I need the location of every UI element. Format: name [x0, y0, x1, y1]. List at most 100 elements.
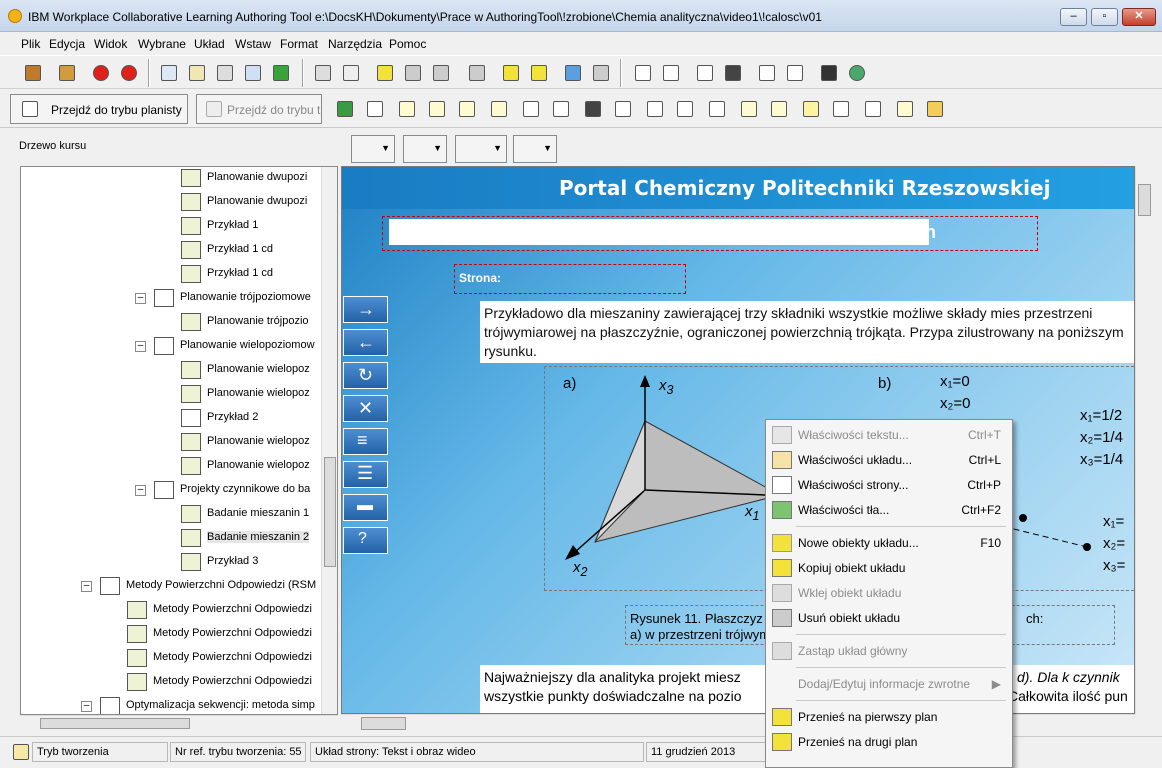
menu-button[interactable]: ≡ [343, 428, 388, 455]
send-back-icon[interactable] [528, 62, 550, 84]
replace-layout-icon[interactable] [466, 62, 488, 84]
menu-wybrane[interactable]: Wybrane [138, 37, 186, 51]
monitor-icon[interactable] [818, 62, 840, 84]
menu-send-to-back[interactable]: Przenieś na drugi plan [768, 730, 1011, 754]
menu-plik[interactable]: Plik [21, 37, 40, 51]
numbering-icon[interactable] [694, 62, 716, 84]
title-placeholder-frame[interactable] [382, 216, 1038, 251]
refresh-button[interactable]: ↻ [343, 362, 388, 389]
back-button[interactable]: ← [343, 329, 388, 356]
minimize-button[interactable]: – [1060, 8, 1087, 26]
drag-drop-icon[interactable] [768, 98, 790, 120]
tree-mode-button[interactable]: Przejdź do trybu t [196, 94, 322, 124]
copy-icon[interactable] [186, 62, 208, 84]
delete-icon[interactable] [270, 62, 292, 84]
menu-format[interactable]: Format [280, 37, 318, 51]
ungroup-icon[interactable] [590, 62, 612, 84]
fill-in-icon[interactable] [738, 98, 760, 120]
binoculars-icon[interactable] [582, 98, 604, 120]
image-page-icon[interactable] [456, 98, 478, 120]
editor-hscroll-thumb[interactable] [361, 717, 406, 730]
new-page-icon[interactable] [632, 62, 654, 84]
menu-widok[interactable]: Widok [94, 37, 127, 51]
numbered-list-icon[interactable] [674, 98, 696, 120]
check-page-icon[interactable] [550, 98, 572, 120]
planner-mode-button[interactable]: Przejdź do trybu planisty [10, 94, 188, 124]
delete-object-icon[interactable] [430, 62, 452, 84]
copy-object-icon[interactable] [402, 62, 424, 84]
bullet-list-icon[interactable] [644, 98, 666, 120]
menu-feedback[interactable]: Dodaj/Edytuj informacje zwrotne ▶ [768, 672, 1011, 696]
menu-background-properties[interactable]: Właściwości tła... Ctrl+F2 [768, 498, 1011, 522]
intro-paragraph[interactable]: Przykładowo dla mieszaniny zawierającej … [480, 301, 1134, 363]
question-mark-icon[interactable] [364, 98, 386, 120]
survey-icon[interactable] [894, 98, 916, 120]
paste-icon[interactable] [214, 62, 236, 84]
menu-wstaw[interactable]: Wstaw [235, 37, 271, 51]
help-button[interactable]: ? [343, 527, 388, 554]
list-icon[interactable] [612, 98, 634, 120]
text-page-icon[interactable] [426, 98, 448, 120]
menu-page-properties[interactable]: Właściwości strony... Ctrl+P [768, 473, 1011, 497]
list-page-icon[interactable] [396, 98, 418, 120]
editor-scroll-thumb[interactable] [1138, 184, 1151, 216]
editor-horizontal-scrollbar[interactable] [341, 714, 1135, 732]
folder-question-icon[interactable] [924, 98, 946, 120]
book-button[interactable]: ▬ [343, 494, 388, 521]
add-icon[interactable] [90, 62, 112, 84]
editor-vertical-scrollbar[interactable] [1135, 166, 1153, 714]
cut-icon[interactable] [158, 62, 180, 84]
group-icon[interactable] [562, 62, 584, 84]
menu-new-layout-objects[interactable]: Nowe obiekty układu... F10 [768, 531, 1011, 555]
green-book-icon[interactable] [334, 98, 356, 120]
menu-bring-to-front[interactable]: Przenieś na pierwszy plan [768, 705, 1011, 729]
properties-icon[interactable] [312, 62, 334, 84]
menu-delete-layout-object[interactable]: Usuń obiekt układu [768, 606, 1011, 630]
layout-objects-dropdown[interactable]: ▼ [351, 135, 395, 163]
tree-vertical-scrollbar[interactable] [321, 167, 337, 714]
preview-icon[interactable] [756, 62, 778, 84]
next-button[interactable]: → [343, 296, 388, 323]
menu-layout-properties[interactable]: Właściwości układu... Ctrl+L [768, 448, 1011, 472]
background-dropdown[interactable]: ▼ [403, 135, 447, 163]
menu-pomoc[interactable]: Pomoc [389, 37, 426, 51]
layout-icon[interactable] [340, 62, 362, 84]
remove-icon[interactable] [118, 62, 140, 84]
quiz-check-icon[interactable] [830, 98, 852, 120]
collapse-icon[interactable]: – [81, 581, 92, 592]
collapse-icon[interactable]: – [135, 341, 146, 352]
close-button[interactable]: ✕ [1122, 8, 1156, 26]
list-button[interactable]: ☰ [343, 461, 388, 488]
open-book-icon[interactable] [22, 62, 44, 84]
collapse-icon[interactable]: – [135, 485, 146, 496]
menu-paste-layout-object[interactable]: Wklej obiekt układu [768, 581, 1011, 605]
export-icon[interactable] [784, 62, 806, 84]
menu-replace-master-layout[interactable]: Zastąp układ główny [768, 639, 1011, 663]
rename-icon[interactable] [242, 62, 264, 84]
bring-front-icon[interactable] [500, 62, 522, 84]
menu-edycja[interactable]: Edycja [49, 37, 85, 51]
book-icon[interactable] [56, 62, 78, 84]
exit-button[interactable]: ✕ [343, 395, 388, 422]
layout-object-icon[interactable] [374, 62, 396, 84]
matching-icon[interactable] [706, 98, 728, 120]
view-dropdown[interactable]: ▼ [513, 135, 557, 163]
collapse-icon[interactable]: – [135, 293, 146, 304]
maximize-button[interactable]: ▫ [1091, 8, 1118, 26]
arrange-dropdown[interactable]: ▼ [455, 135, 507, 163]
tree-horizontal-scrollbar[interactable] [20, 715, 338, 731]
globe-icon[interactable] [846, 62, 868, 84]
menu-uklad[interactable]: Układ [194, 37, 225, 51]
tree-hscroll-thumb[interactable] [40, 718, 190, 729]
new-pages-icon[interactable] [660, 62, 682, 84]
tree-scroll-thumb[interactable] [324, 457, 336, 567]
menu-copy-layout-object[interactable]: Kopiuj obiekt układu [768, 556, 1011, 580]
target-icon[interactable] [862, 98, 884, 120]
menu-narzedzia[interactable]: Narzędzia [328, 37, 382, 51]
page-canvas[interactable]: Portal Chemiczny Politechniki Rzeszowski… [341, 166, 1135, 714]
collapse-icon[interactable]: – [81, 701, 92, 712]
find-icon[interactable] [722, 62, 744, 84]
edit-page-icon[interactable] [520, 98, 542, 120]
media-page-icon[interactable] [488, 98, 510, 120]
menu-text-properties[interactable]: Właściwości tekstu... Ctrl+T [768, 423, 1011, 447]
